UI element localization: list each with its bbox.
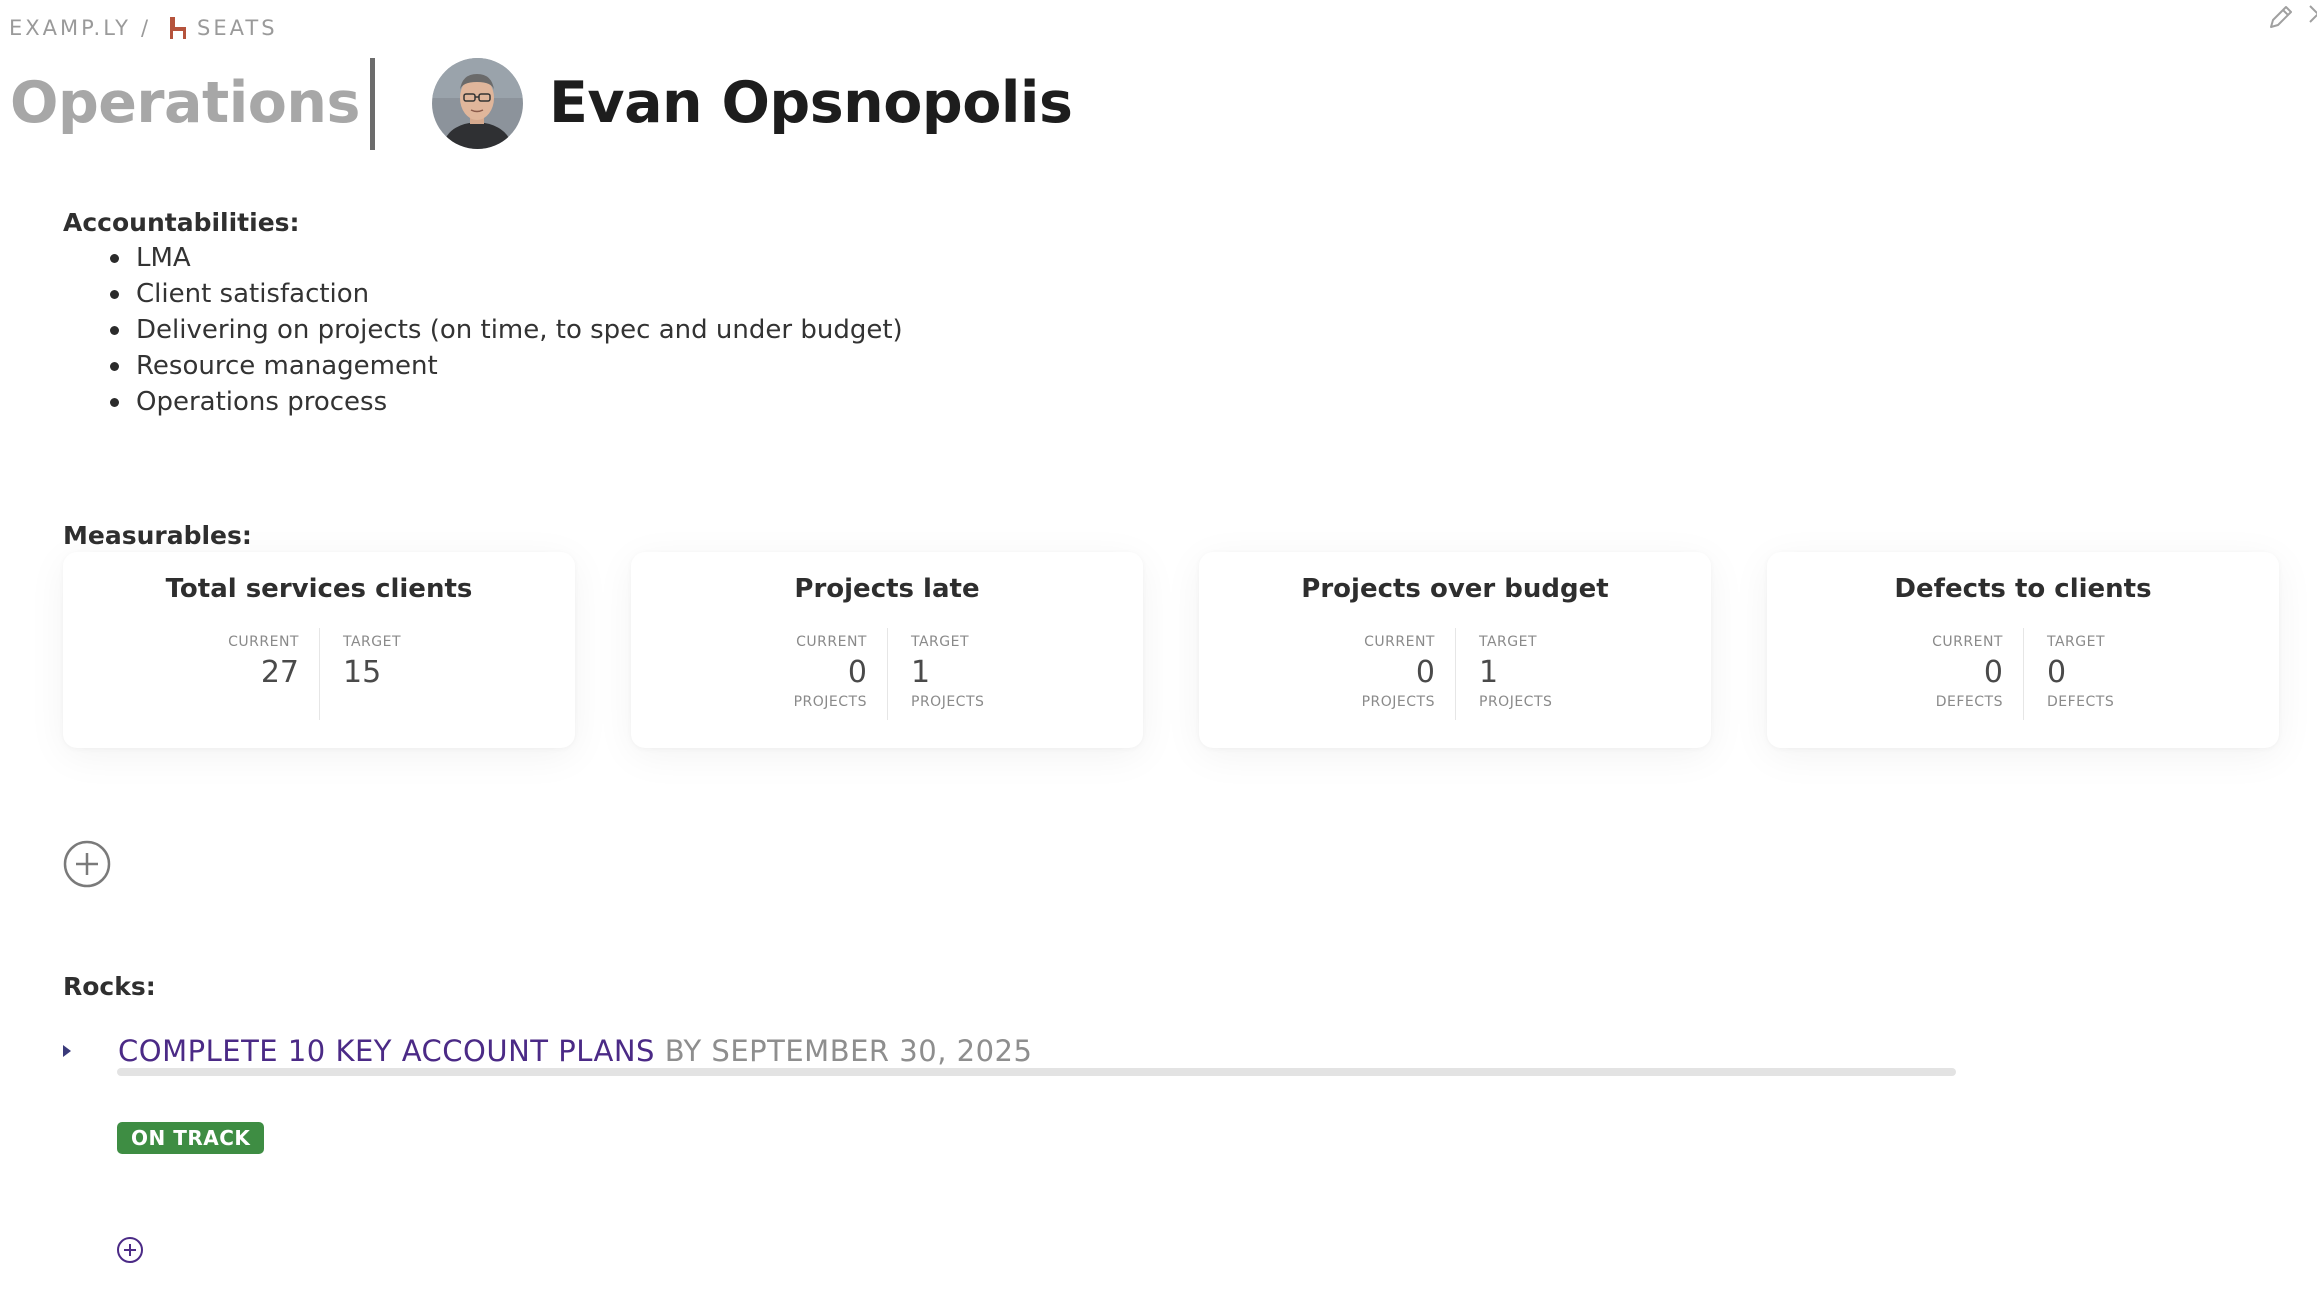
list-item: Resource management <box>110 348 903 384</box>
rock-name: COMPLETE 10 KEY ACCOUNT PLANS <box>118 1034 655 1068</box>
target-value: 1 <box>911 655 931 690</box>
target-unit: DEFECTS <box>2047 694 2115 710</box>
metric-divider <box>319 628 320 720</box>
current-value: 0 <box>847 655 867 690</box>
add-rock-button[interactable] <box>116 1236 144 1264</box>
measurable-card[interactable]: Total services clients CURRENT 27 TARGET… <box>63 552 575 748</box>
target-metric: TARGET 15 <box>343 634 443 694</box>
metric-divider <box>2023 628 2024 720</box>
current-metric: CURRENT 0 PROJECTS <box>767 634 867 710</box>
status-badge[interactable]: ON TRACK <box>117 1122 265 1154</box>
header-divider <box>370 58 375 150</box>
measurable-title: Defects to clients <box>1894 574 2152 604</box>
breadcrumb-section-link[interactable]: SEATS <box>197 16 278 40</box>
accountabilities-label: Accountabilities: <box>63 208 300 237</box>
breadcrumb-separator: / <box>140 16 152 40</box>
caret-right-icon[interactable] <box>60 1042 74 1060</box>
current-label: CURRENT <box>228 634 299 650</box>
person-name: Evan Opsnopolis <box>549 70 1073 136</box>
rock-due-date: BY SEPTEMBER 30, 2025 <box>664 1034 1033 1068</box>
target-label: TARGET <box>1479 634 1538 650</box>
target-metric: TARGET 0 DEFECTS <box>2047 634 2147 710</box>
target-value: 1 <box>1479 655 1499 690</box>
current-unit: PROJECTS <box>1361 694 1435 710</box>
target-label: TARGET <box>2047 634 2106 650</box>
current-label: CURRENT <box>1932 634 2003 650</box>
current-value: 27 <box>260 655 299 690</box>
target-label: TARGET <box>343 634 402 650</box>
measurable-title: Total services clients <box>165 574 473 604</box>
metric-divider <box>1455 628 1456 720</box>
current-unit: PROJECTS <box>793 694 867 710</box>
measurable-title: Projects over budget <box>1301 574 1609 604</box>
accountabilities-list: LMA Client satisfaction Delivering on pr… <box>110 240 903 420</box>
rock-item: COMPLETE 10 KEY ACCOUNT PLANS BY SEPTEMB… <box>60 1030 1960 1090</box>
seat-header: Operations Evan Opsnopolis <box>0 56 1100 156</box>
target-value: 15 <box>343 655 382 690</box>
pencil-icon[interactable] <box>2266 2 2296 32</box>
current-metric: CURRENT 27 <box>199 634 299 694</box>
target-metric: TARGET 1 PROJECTS <box>1479 634 1579 710</box>
measurable-card[interactable]: Projects over budget CURRENT 0 PROJECTS … <box>1199 552 1711 748</box>
target-label: TARGET <box>911 634 970 650</box>
target-value: 0 <box>2047 655 2067 690</box>
current-metric: CURRENT 0 DEFECTS <box>1903 634 2003 710</box>
department-title: Operations <box>10 70 360 136</box>
target-unit: PROJECTS <box>1479 694 1553 710</box>
metric-divider <box>887 628 888 720</box>
measurable-card[interactable]: Defects to clients CURRENT 0 DEFECTS TAR… <box>1767 552 2279 748</box>
current-metric: CURRENT 0 PROJECTS <box>1335 634 1435 710</box>
current-value: 0 <box>1415 655 1435 690</box>
current-label: CURRENT <box>1364 634 1435 650</box>
list-item: Delivering on projects (on time, to spec… <box>110 312 903 348</box>
list-item: LMA <box>110 240 903 276</box>
target-unit: PROJECTS <box>911 694 985 710</box>
rock-progress-bar <box>117 1068 1956 1076</box>
list-item: Client satisfaction <box>110 276 903 312</box>
current-label: CURRENT <box>796 634 867 650</box>
list-item: Operations process <box>110 384 903 420</box>
measurable-card[interactable]: Projects late CURRENT 0 PROJECTS TARGET … <box>631 552 1143 748</box>
current-value: 0 <box>1983 655 2003 690</box>
close-icon[interactable] <box>2306 2 2317 28</box>
target-metric: TARGET 1 PROJECTS <box>911 634 1011 710</box>
breadcrumb-org-link[interactable]: EXAMP.LY <box>9 16 131 40</box>
rocks-label: Rocks: <box>63 972 156 1001</box>
measurables-cards: Total services clients CURRENT 27 TARGET… <box>63 552 2283 752</box>
avatar[interactable] <box>432 58 523 149</box>
current-unit: DEFECTS <box>1935 694 2003 710</box>
measurables-label: Measurables: <box>63 521 252 550</box>
add-measurable-button[interactable] <box>63 840 111 888</box>
chair-icon <box>170 17 187 39</box>
measurable-title: Projects late <box>794 574 980 604</box>
breadcrumb: EXAMP.LY / SEATS <box>9 14 278 42</box>
rock-title[interactable]: COMPLETE 10 KEY ACCOUNT PLANS BY SEPTEMB… <box>118 1034 1032 1068</box>
